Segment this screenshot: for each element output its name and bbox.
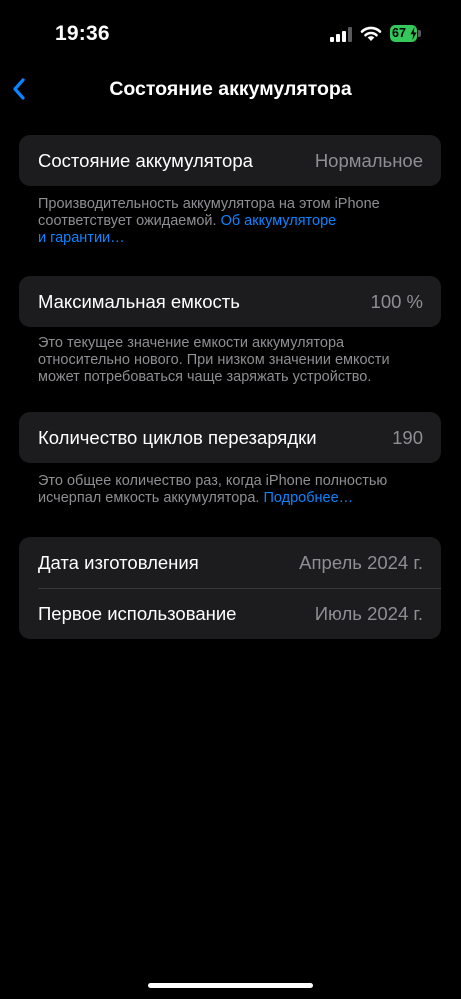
first-use-value: Июль 2024 г.	[314, 603, 423, 624]
cycles-card: Количество циклов перезарядки 190	[19, 412, 441, 463]
footnote-line: Это текущее значение емкости аккумулятор…	[38, 335, 345, 351]
max-capacity-row: Максимальная емкость 100 %	[19, 276, 441, 327]
home-indicator[interactable]	[148, 983, 313, 988]
charging-bolt-icon	[410, 27, 417, 40]
footnote-line: соответствует ожидаемой. Об аккумуляторе	[38, 213, 438, 230]
wifi-icon	[360, 26, 382, 41]
navigation-bar: Состояние аккумулятора	[0, 70, 461, 110]
dates-card: Дата изготовления Апрель 2024 г. Первое …	[19, 537, 441, 639]
footnote-text: исчерпал емкость аккумулятора.	[38, 490, 260, 506]
status-bar: 19:36 67	[0, 0, 461, 64]
health-card: Состояние аккумулятора Нормальное	[19, 135, 441, 186]
cellular-signal-icon	[330, 26, 352, 42]
battery-health-row: Состояние аккумулятора Нормальное	[19, 135, 441, 186]
footnote-line: может потребоваться чаще заряжать устрой…	[38, 369, 372, 385]
capacity-card: Максимальная емкость 100 %	[19, 276, 441, 327]
cycle-count-value: 190	[392, 427, 423, 448]
footnote-line: исчерпал емкость аккумулятора. Подробнее…	[38, 490, 438, 507]
battery-icon: 67	[390, 25, 423, 42]
cycle-count-label: Количество циклов перезарядки	[38, 427, 317, 448]
battery-health-footnote: Производительность аккумулятора на этом …	[38, 196, 438, 247]
page-title: Состояние аккумулятора	[109, 78, 352, 100]
max-capacity-value: 100 %	[370, 291, 423, 312]
warranty-link[interactable]: и гарантии…	[38, 230, 125, 246]
battery-health-label: Состояние аккумулятора	[38, 150, 253, 171]
manufacture-date-value: Апрель 2024 г.	[299, 552, 423, 573]
battery-cap	[418, 30, 421, 37]
footnote-text: соответствует ожидаемой.	[38, 213, 217, 229]
status-time: 19:36	[55, 22, 110, 45]
manufacture-date-row: Дата изготовления Апрель 2024 г.	[19, 537, 441, 588]
footnote-line: относительно нового. При низком значении…	[38, 352, 390, 368]
max-capacity-label: Максимальная емкость	[38, 291, 240, 312]
cycle-count-row: Количество циклов перезарядки 190	[19, 412, 441, 463]
manufacture-date-label: Дата изготовления	[38, 552, 199, 573]
learn-more-link[interactable]: Подробнее…	[263, 490, 353, 506]
battery-health-value: Нормальное	[314, 150, 423, 171]
cycles-footnote: Это общее количество раз, когда iPhone п…	[38, 473, 438, 507]
about-battery-link[interactable]: Об аккумуляторе	[221, 213, 337, 229]
first-use-label: Первое использование	[38, 603, 237, 624]
first-use-row: Первое использование Июль 2024 г.	[19, 588, 441, 639]
footnote-line: Это общее количество раз, когда iPhone п…	[38, 473, 388, 489]
footnote-line: Производительность аккумулятора на этом …	[38, 196, 380, 212]
capacity-footnote: Это текущее значение емкости аккумулятор…	[38, 335, 438, 386]
